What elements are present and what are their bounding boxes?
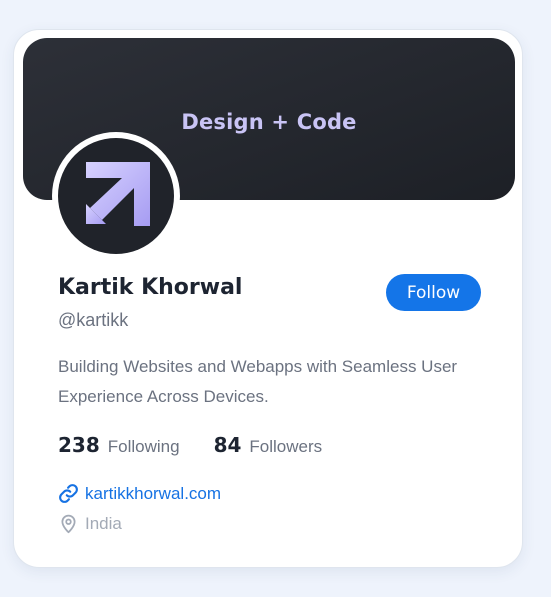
location-text: India bbox=[85, 513, 122, 533]
followers-count[interactable]: 84 bbox=[214, 433, 242, 457]
profile-name: Kartik Khorwal bbox=[58, 275, 243, 300]
followers-label[interactable]: Followers bbox=[249, 437, 322, 457]
profile-bio: Building Websites and Webapps with Seaml… bbox=[58, 357, 458, 406]
location-row: India bbox=[58, 513, 122, 534]
profile-card: Design + Code Kartik Khorwal @kartikk Fo… bbox=[13, 29, 523, 568]
avatar[interactable] bbox=[52, 132, 180, 260]
profile-handle: @kartikk bbox=[58, 310, 129, 330]
following-count[interactable]: 238 bbox=[58, 433, 100, 457]
link-icon bbox=[58, 483, 79, 504]
website-link[interactable]: kartikkhorwal.com bbox=[85, 484, 221, 504]
banner-title: Design + Code bbox=[181, 110, 357, 134]
follow-button[interactable]: Follow bbox=[386, 274, 481, 311]
avatar-logo-icon bbox=[58, 138, 174, 254]
map-pin-icon bbox=[58, 513, 79, 534]
profile-stats: 238 Following 84 Followers bbox=[58, 433, 322, 457]
following-label[interactable]: Following bbox=[108, 437, 180, 457]
website-row: kartikkhorwal.com bbox=[58, 483, 221, 504]
